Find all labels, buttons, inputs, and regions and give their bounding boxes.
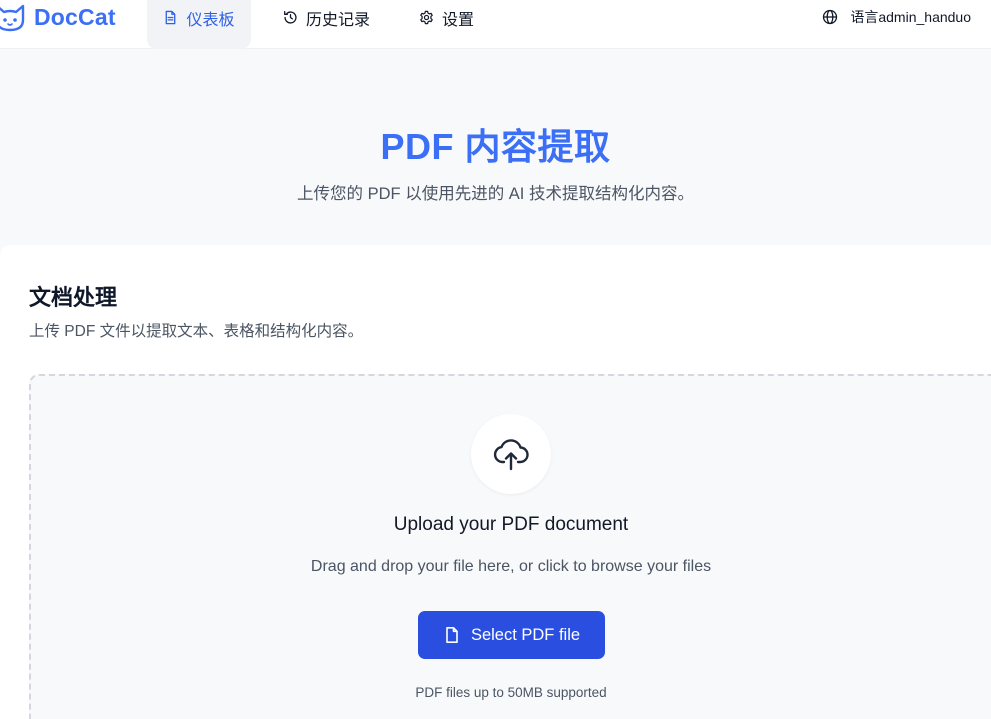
language-label: 语言 bbox=[850, 9, 879, 25]
gear-icon bbox=[420, 10, 433, 25]
cat-logo-icon bbox=[0, 4, 25, 32]
nav-item-dashboard[interactable]: 仪表板 bbox=[147, 0, 251, 49]
brand[interactable]: DocCat bbox=[0, 2, 116, 32]
nav-item-label: 设置 bbox=[442, 11, 475, 29]
document-icon bbox=[166, 10, 176, 25]
history-icon bbox=[284, 11, 297, 24]
file-icon bbox=[446, 627, 458, 643]
globe-icon bbox=[823, 9, 838, 25]
cloud-upload-icon bbox=[493, 439, 529, 471]
nav-item-label: 仪表板 bbox=[186, 11, 235, 29]
select-pdf-button-label: Select PDF file bbox=[470, 625, 581, 644]
nav-item-settings[interactable]: 设置 bbox=[419, 0, 474, 49]
nav-item-label: 历史记录 bbox=[306, 11, 371, 29]
user-menu-text: 语言admin_handuo bbox=[850, 7, 971, 27]
page-title: PDF 内容提取 bbox=[380, 126, 611, 167]
card-title: 文档处理 bbox=[29, 285, 118, 310]
dropzone-title: Upload your PDF document bbox=[393, 514, 629, 535]
nav-item-history[interactable]: 历史记录 bbox=[283, 0, 370, 49]
select-pdf-button[interactable]: Select PDF file bbox=[418, 611, 605, 659]
brand-name: DocCat bbox=[34, 3, 116, 30]
upload-icon-circle bbox=[471, 414, 551, 494]
dropzone-hint: Drag and drop your file here, or click t… bbox=[310, 558, 712, 575]
file-size-note: PDF files up to 50MB supported bbox=[415, 685, 607, 700]
username: admin_handuo bbox=[878, 9, 971, 25]
language-menu[interactable]: 语言admin_handuo bbox=[822, 0, 971, 34]
page-subtitle: 上传您的 PDF 以使用先进的 AI 技术提取结构化内容。 bbox=[297, 185, 694, 203]
top-navbar: DocCat 仪表板 历史记录 设置 语言admin_handuo bbox=[0, 0, 991, 49]
card-description: 上传 PDF 文件以提取文本、表格和结构化内容。 bbox=[29, 323, 364, 340]
